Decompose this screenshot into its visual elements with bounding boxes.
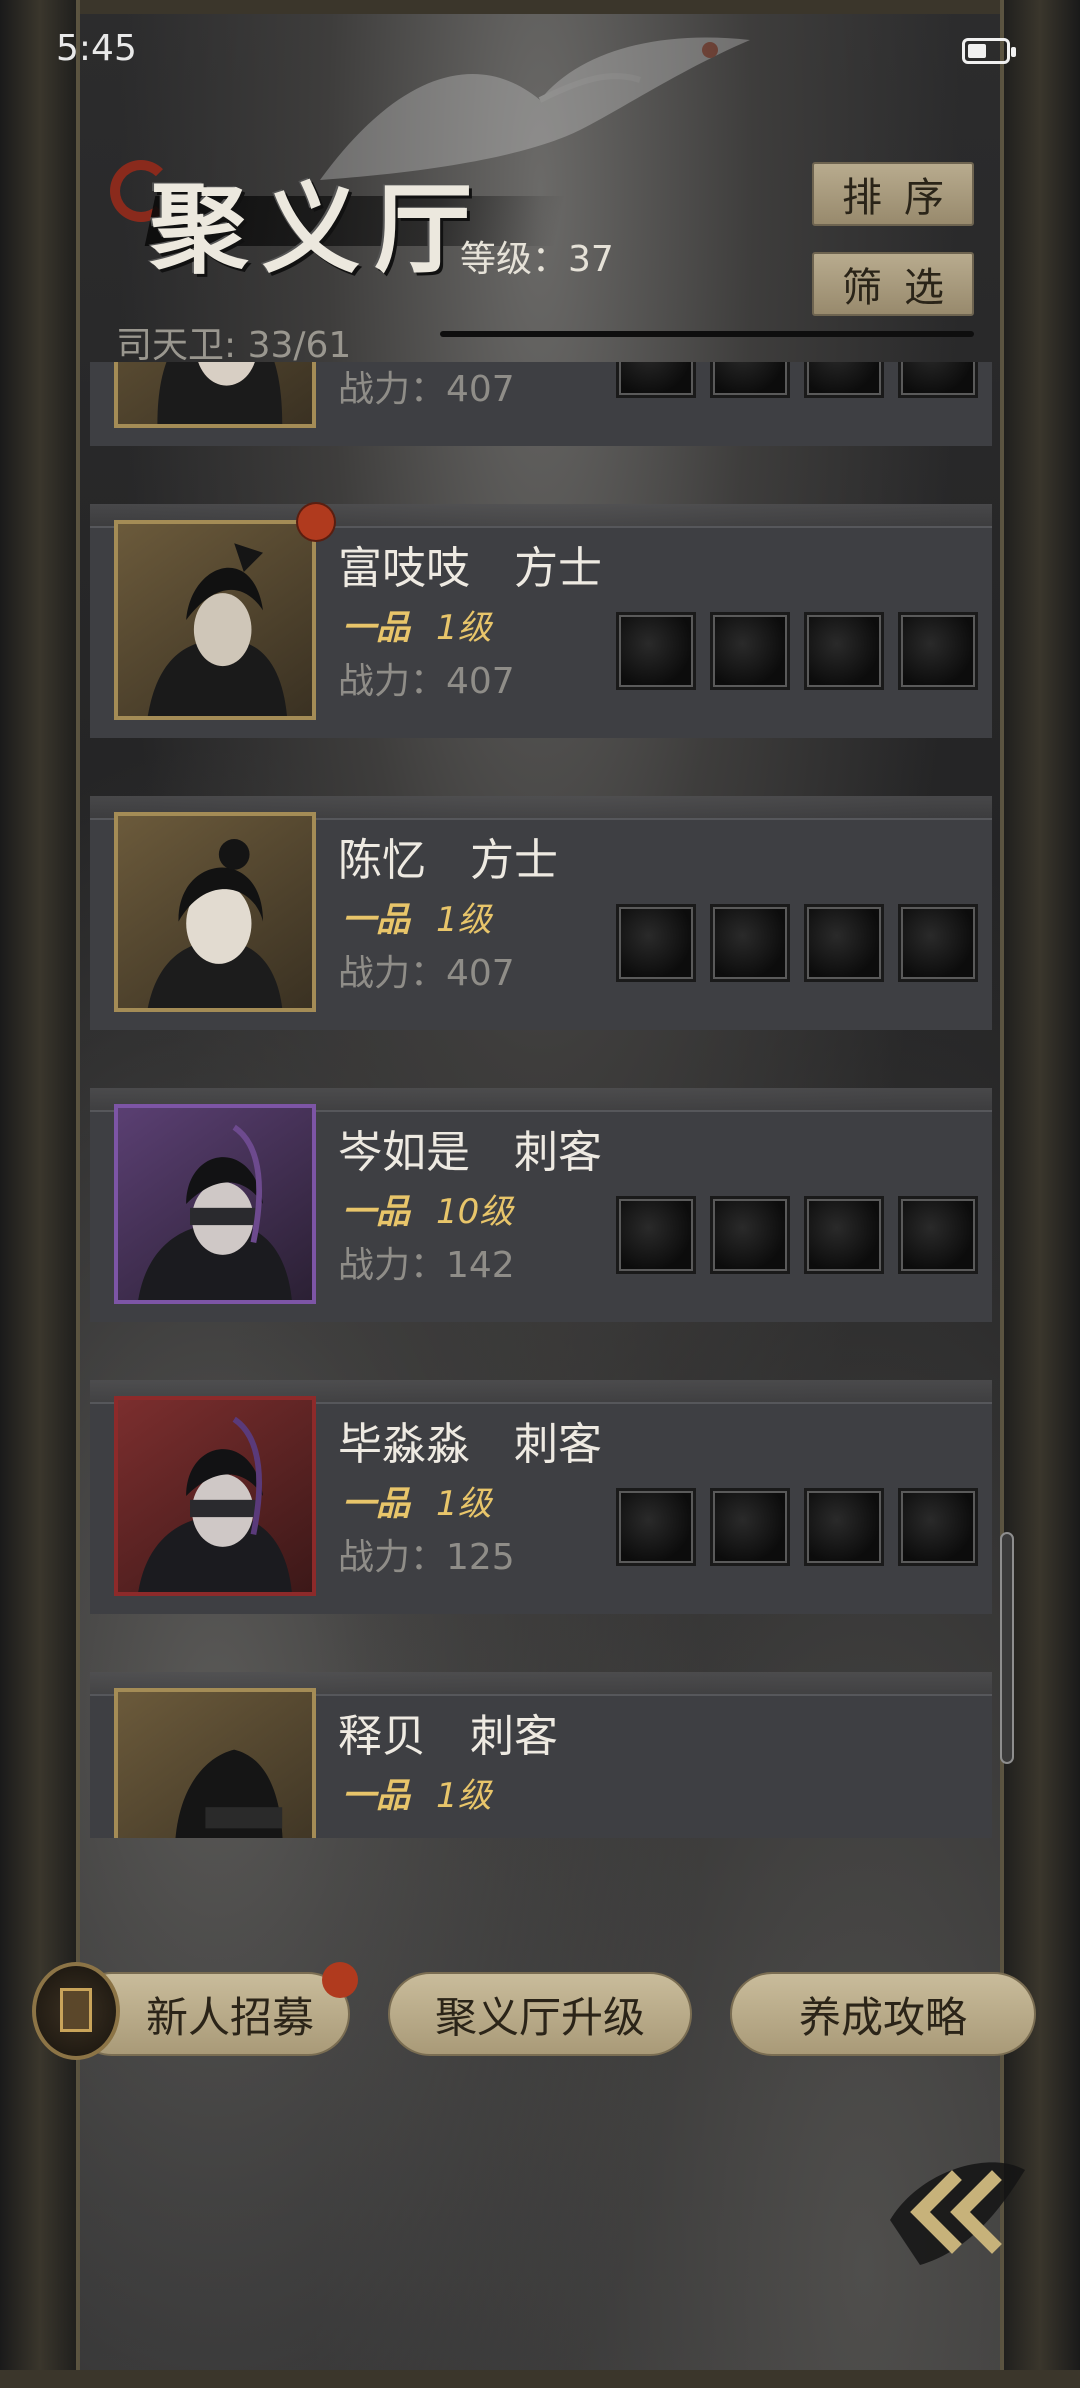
- hero-portrait[interactable]: [114, 362, 316, 428]
- header-divider: [440, 331, 974, 337]
- hero-name: 释贝 刺客: [338, 1711, 558, 1762]
- hero-list[interactable]: 一品1级 战力：407 富吱吱 方士 一品1级 战力：407: [90, 362, 992, 1838]
- hero-card[interactable]: 岑如是 刺客 一品 10级 战力：142: [90, 1088, 992, 1322]
- hall-upgrade-button[interactable]: 聚义厅升级: [388, 1972, 692, 2056]
- list-scrollbar[interactable]: [1000, 1532, 1014, 1764]
- empty-equipment-slot-icon[interactable]: [710, 904, 790, 982]
- status-time: 5:45: [56, 28, 137, 69]
- empty-equipment-slot-icon[interactable]: [804, 1488, 884, 1566]
- hero-grade: 一品: [342, 1192, 410, 1232]
- hero-portrait[interactable]: [114, 1104, 316, 1304]
- hero-card[interactable]: 陈忆 方士 一品 1级 战力：407: [90, 796, 992, 1030]
- hero-rank: 一品 1级: [342, 892, 492, 941]
- hero-name: 富吱吱 方士: [338, 543, 602, 594]
- hero-portrait[interactable]: [114, 520, 316, 720]
- hero-card[interactable]: 毕淼淼 刺客 一品 1级 战力：125: [90, 1380, 992, 1614]
- empty-equipment-slot-icon[interactable]: [804, 904, 884, 982]
- notification-badge: [322, 1962, 358, 1998]
- empty-equipment-slot-icon[interactable]: [710, 1196, 790, 1274]
- notification-badge: [298, 504, 334, 540]
- hero-portrait[interactable]: [114, 1396, 316, 1596]
- hero-grade: 一品: [342, 900, 410, 940]
- hero-card[interactable]: 富吱吱 方士 一品 1级 战力：407: [90, 504, 992, 738]
- empty-equipment-slot-icon[interactable]: [616, 904, 696, 982]
- empty-equipment-slot-icon[interactable]: [804, 612, 884, 690]
- empty-equipment-slot-icon[interactable]: [616, 1196, 696, 1274]
- hero-grade: 一品: [342, 608, 410, 648]
- recruit-token-icon[interactable]: [32, 1962, 120, 2060]
- hero-card[interactable]: 一品1级 战力：407: [90, 362, 992, 446]
- empty-equipment-slot-icon[interactable]: [898, 612, 978, 690]
- hero-rank: 一品 10级: [342, 1184, 513, 1233]
- training-guide-button[interactable]: 养成攻略: [730, 1972, 1036, 2056]
- filter-button[interactable]: 筛选: [812, 252, 974, 316]
- empty-equipment-slot-icon[interactable]: [616, 1488, 696, 1566]
- hero-portrait[interactable]: [114, 1688, 316, 1838]
- empty-equipment-slot-icon[interactable]: [616, 362, 696, 398]
- hero-level: 1级: [436, 900, 492, 940]
- empty-equipment-slot-icon[interactable]: [710, 362, 790, 398]
- hero-name: 陈忆 方士: [338, 835, 558, 886]
- empty-equipment-slot-icon[interactable]: [898, 1196, 978, 1274]
- empty-equipment-slot-icon[interactable]: [898, 362, 978, 398]
- hero-level: 10级: [436, 1192, 514, 1232]
- back-double-chevron-icon[interactable]: [880, 2150, 1030, 2270]
- empty-equipment-slot-icon[interactable]: [804, 1196, 884, 1274]
- hall-level: 等级：37: [460, 239, 614, 280]
- battery-icon: [962, 38, 1016, 64]
- hero-grade: 一品: [342, 1484, 410, 1524]
- guard-count: 司天卫: 33/61: [116, 325, 352, 366]
- hero-power: 战力：407: [338, 369, 515, 410]
- hero-level: 1级: [436, 1484, 492, 1524]
- hero-rank: 一品 1级: [342, 600, 492, 649]
- sort-button[interactable]: 排序: [812, 162, 974, 226]
- empty-equipment-slot-icon[interactable]: [616, 612, 696, 690]
- hero-name: 毕淼淼 刺客: [338, 1419, 602, 1470]
- hero-power: 战力：142: [338, 1245, 515, 1286]
- empty-equipment-slot-icon[interactable]: [710, 1488, 790, 1566]
- hero-name: 岑如是 刺客: [338, 1127, 602, 1178]
- hero-portrait[interactable]: [114, 812, 316, 1012]
- empty-equipment-slot-icon[interactable]: [710, 612, 790, 690]
- hero-power: 战力：407: [338, 953, 515, 994]
- hero-level: 1级: [436, 1776, 492, 1816]
- hero-rank: 一品 1级: [342, 1476, 492, 1525]
- hero-power: 战力：407: [338, 661, 515, 702]
- bottom-border: [0, 2370, 1080, 2388]
- page-title: 聚义厅: [150, 172, 487, 287]
- hero-power: 战力：125: [338, 1537, 515, 1578]
- hero-grade: 一品: [342, 1776, 410, 1816]
- hero-level: 1级: [436, 608, 492, 648]
- empty-equipment-slot-icon[interactable]: [898, 904, 978, 982]
- empty-equipment-slot-icon[interactable]: [898, 1488, 978, 1566]
- empty-equipment-slot-icon[interactable]: [804, 362, 884, 398]
- hero-rank: 一品 1级: [342, 1768, 492, 1817]
- hero-card[interactable]: 释贝 刺客 一品 1级: [90, 1672, 992, 1838]
